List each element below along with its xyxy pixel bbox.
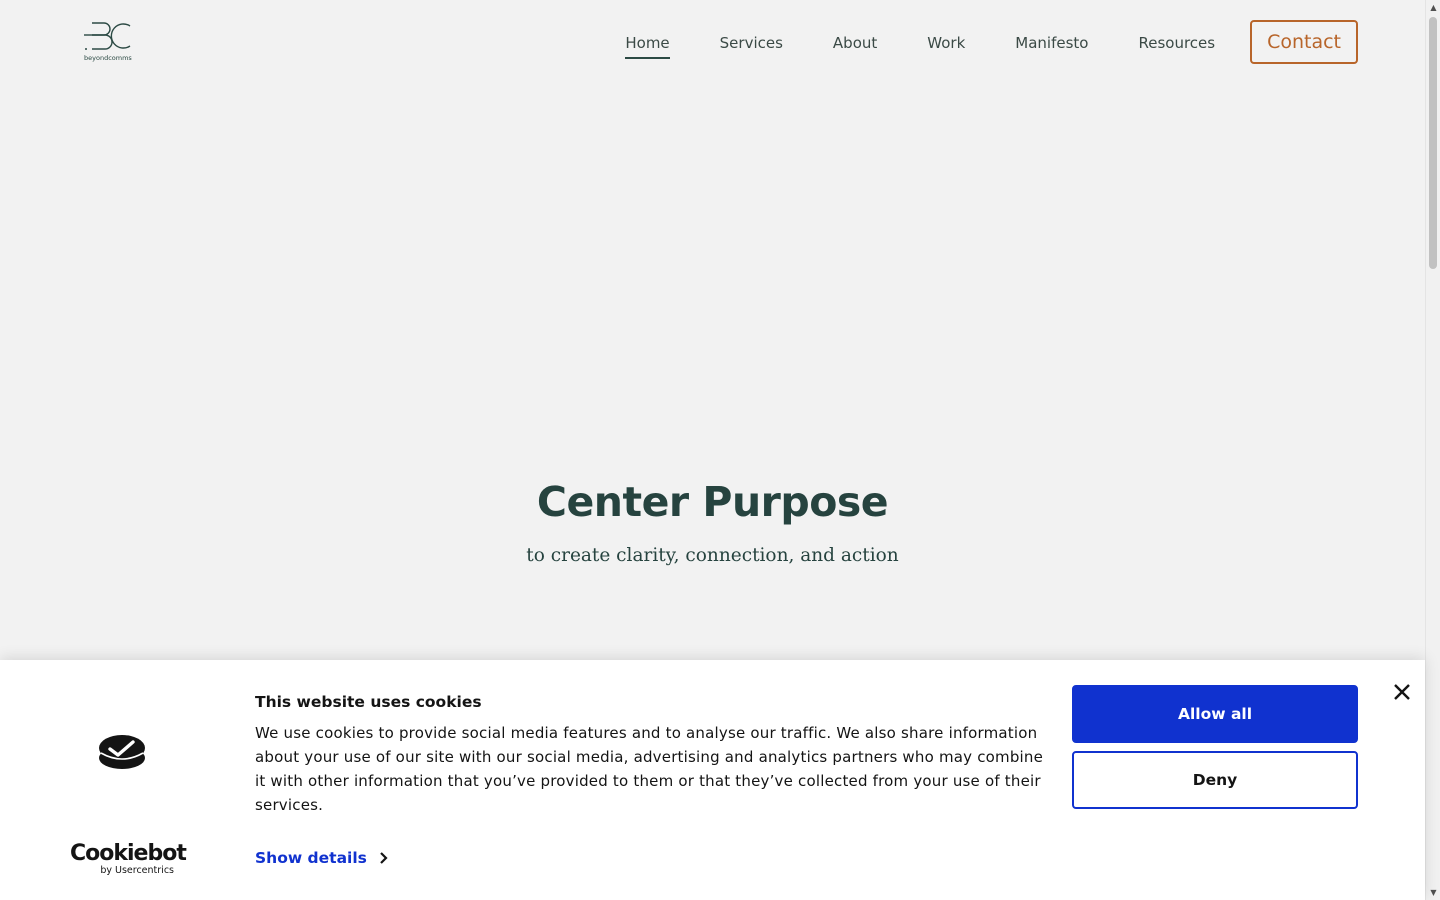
cookiebot-byline: by Usercentrics [100, 865, 174, 876]
show-details-link[interactable]: Show details [255, 849, 389, 867]
deny-button[interactable]: Deny [1072, 751, 1358, 809]
chevron-right-icon [380, 852, 388, 864]
scroll-up-arrow-icon[interactable]: ▲ [1426, 0, 1440, 15]
cookie-consent-banner: Cookiebot by Usercentrics This website u… [0, 660, 1425, 900]
main-nav: Home Services About Work Manifesto Resou… [625, 20, 1358, 64]
nav-home[interactable]: Home [625, 24, 670, 60]
cookiebot-wordmark: Cookiebot [70, 841, 187, 866]
hero-title: Center Purpose [536, 478, 889, 526]
nav-manifesto[interactable]: Manifesto [1015, 24, 1088, 60]
beyondcomms-logo[interactable]: beyondcomms [82, 18, 138, 64]
cookie-banner-title: This website uses cookies [255, 693, 482, 711]
cookiebot-brand[interactable]: Cookiebot by Usercentrics [70, 841, 187, 877]
svg-text:beyondcomms: beyondcomms [84, 54, 132, 62]
scroll-thumb[interactable] [1429, 17, 1437, 269]
nav-resources[interactable]: Resources [1138, 24, 1215, 60]
page: beyondcomms Home Services About Work Man… [0, 0, 1440, 900]
allow-all-button[interactable]: Allow all [1072, 685, 1358, 743]
cookiebot-logo-icon [99, 735, 145, 769]
scroll-down-arrow-icon[interactable]: ▼ [1426, 885, 1440, 900]
nav-services[interactable]: Services [720, 24, 783, 60]
nav-about[interactable]: About [833, 24, 877, 60]
close-icon[interactable] [1392, 682, 1412, 702]
site-header: beyondcomms Home Services About Work Man… [0, 0, 1425, 84]
contact-button[interactable]: Contact [1250, 20, 1358, 64]
page-scrollbar[interactable]: ▲ ▼ [1425, 0, 1440, 900]
show-details-label: Show details [255, 849, 367, 867]
cookie-banner-text: We use cookies to provide social media f… [255, 724, 1044, 814]
hero-subtitle: to create clarity, connection, and actio… [526, 545, 899, 566]
nav-work[interactable]: Work [927, 24, 965, 60]
